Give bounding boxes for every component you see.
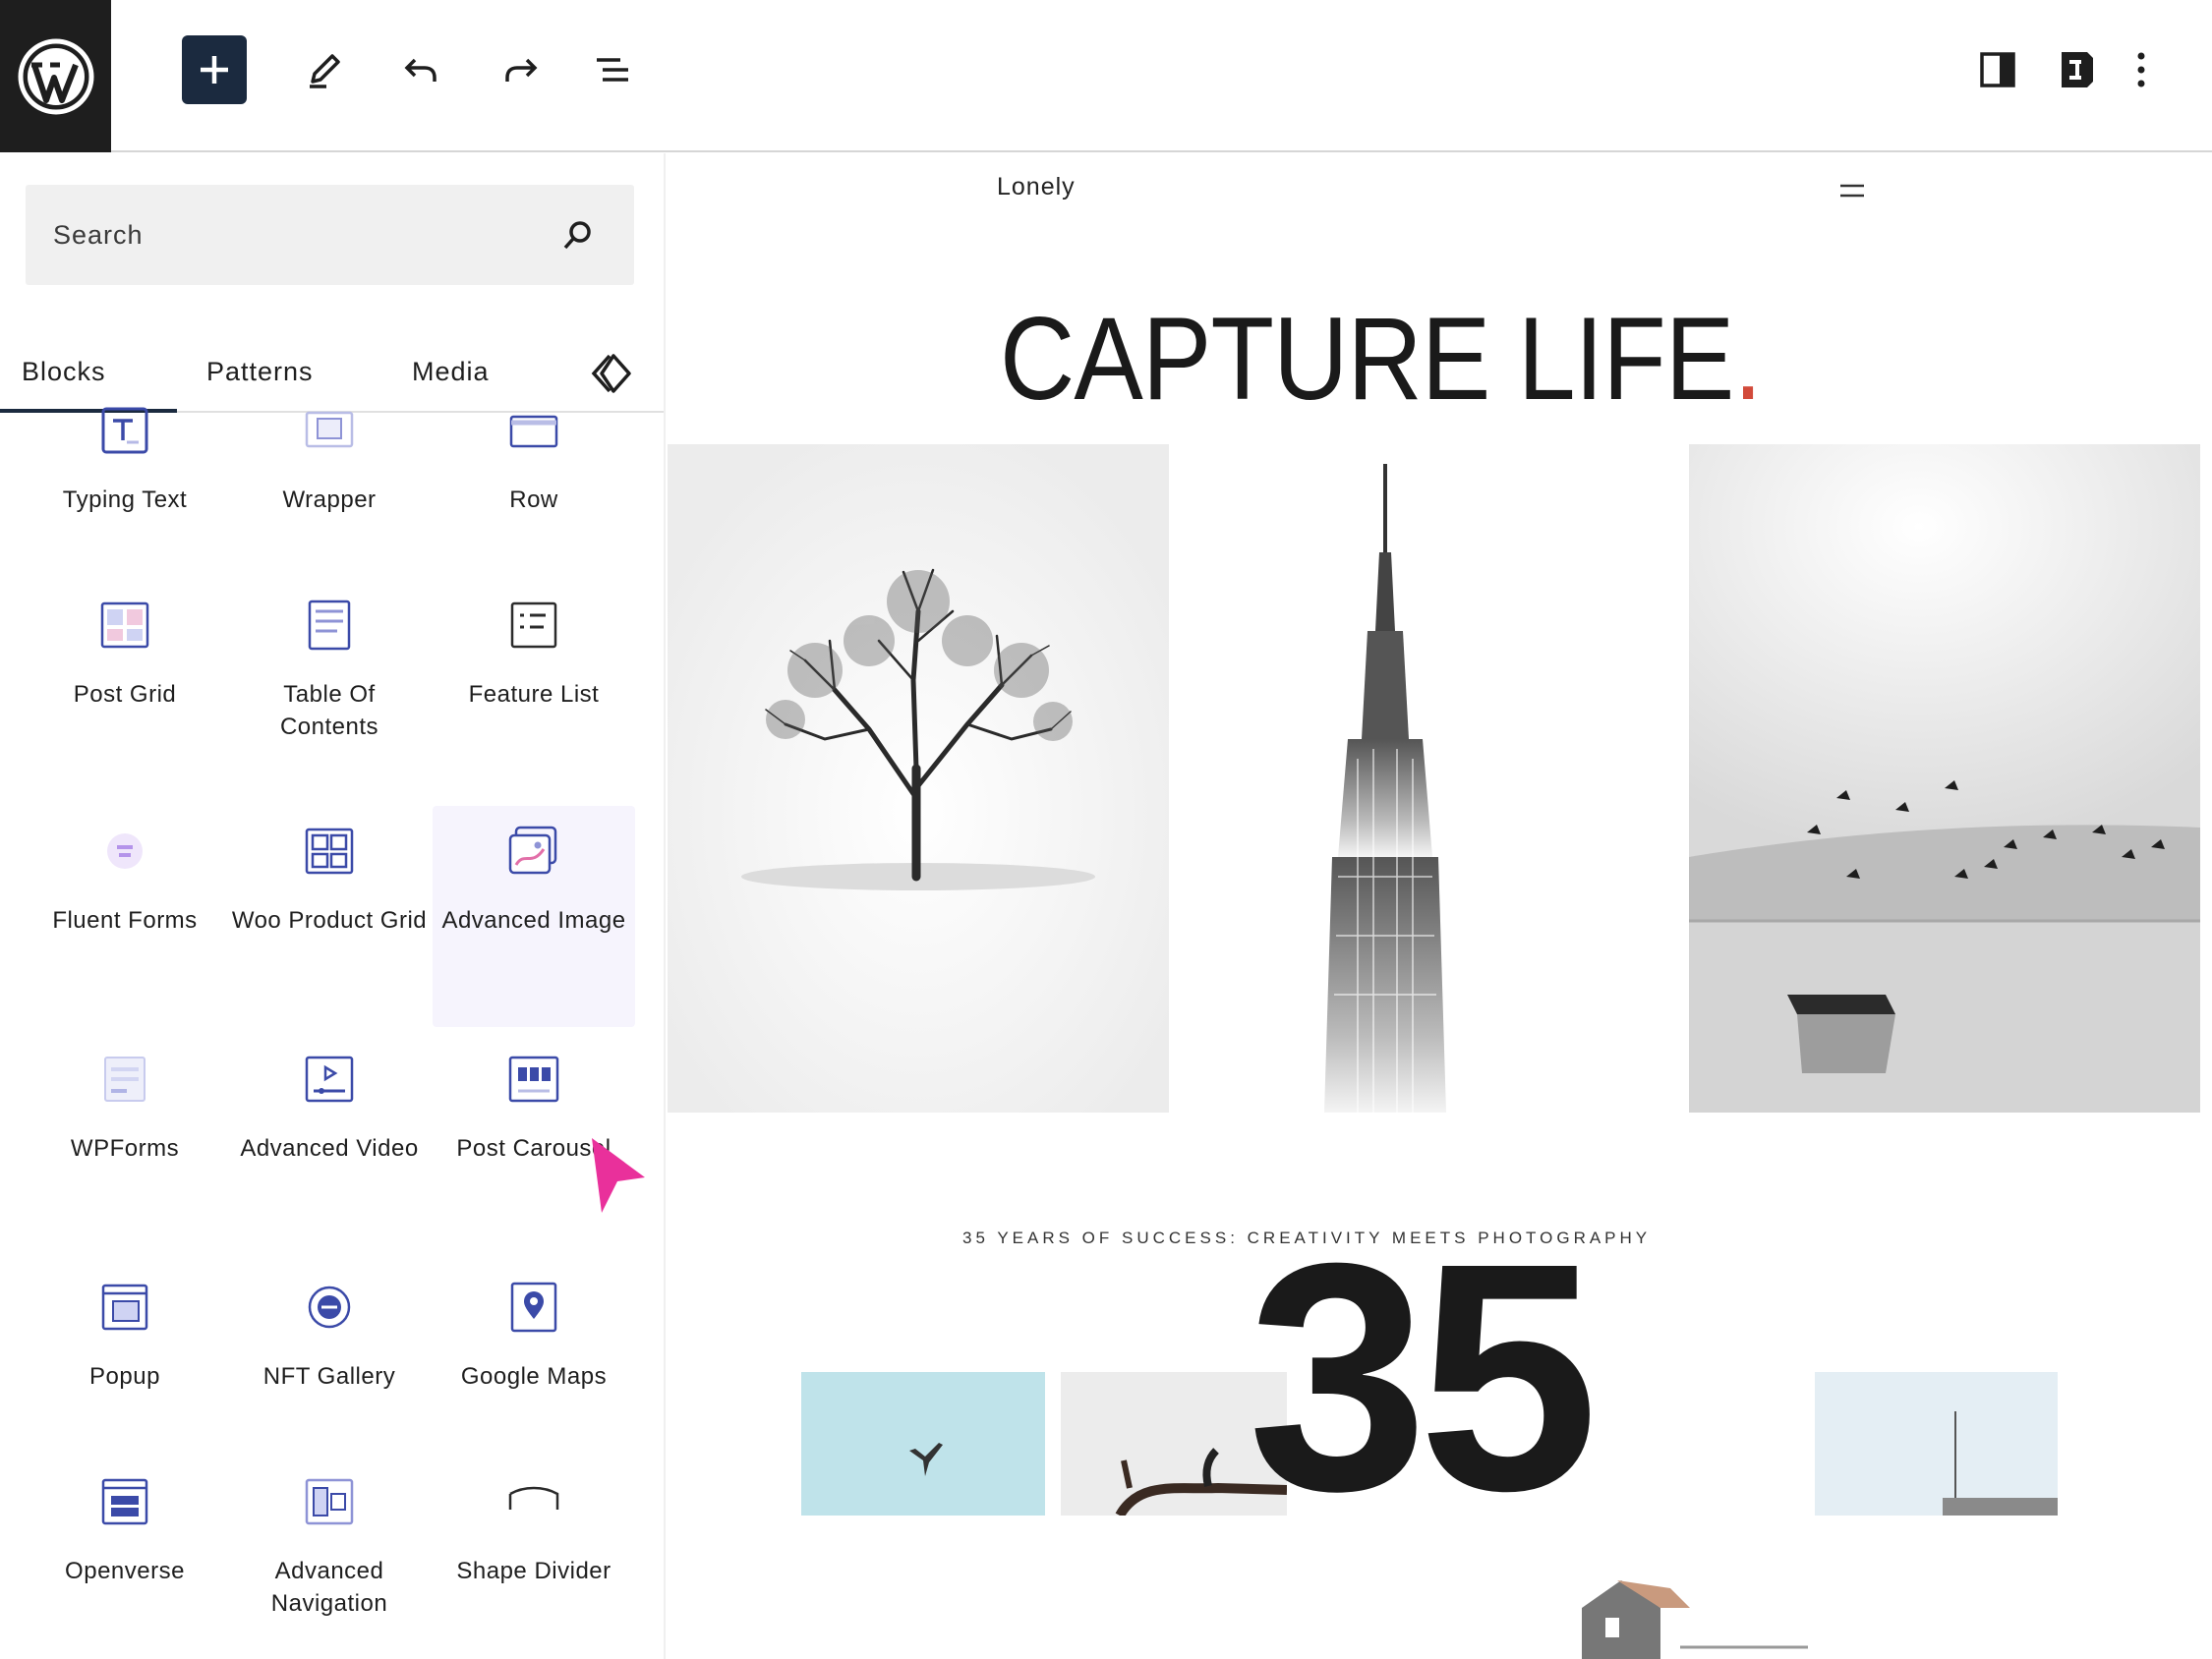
menu-icon[interactable] (1838, 181, 1866, 200)
lake-illustration (1689, 444, 2200, 1113)
document-overview-icon (597, 58, 628, 82)
advanced-image-icon (508, 826, 557, 875)
strip-image-harbor[interactable] (1815, 1372, 2058, 1516)
wrapper-icon (305, 411, 354, 448)
harbor-illustration (1943, 1411, 2058, 1516)
shape-divider-icon (508, 1486, 559, 1510)
block-woo-product-grid[interactable]: Woo Product Grid (228, 806, 431, 1027)
block-openverse[interactable]: Openverse (24, 1457, 226, 1659)
block-advanced-image[interactable]: Advanced Image (433, 806, 635, 1027)
openverse-icon (101, 1478, 148, 1525)
block-label: NFT Gallery (262, 1363, 396, 1390)
advanced-navigation-icon (305, 1478, 354, 1525)
wpforms-icon (104, 1057, 146, 1102)
hero-heading-text: CAPTURE LIFE (1000, 293, 1734, 425)
editor-canvas[interactable]: Lonely CAPTURE LIFE. 35 YEARS OF SUCCESS… (668, 153, 2212, 1659)
advanced-video-icon (305, 1056, 354, 1103)
block-label: Fluent Forms (52, 907, 198, 934)
house-illustration (1582, 1580, 1808, 1659)
table-of-contents-icon (308, 600, 351, 651)
document-overview-button[interactable] (580, 35, 645, 104)
post-carousel-icon (508, 1056, 559, 1103)
block-post-grid[interactable]: Post Grid (24, 580, 226, 801)
block-google-maps[interactable]: Google Maps (433, 1262, 635, 1483)
block-label: WPForms (70, 1135, 180, 1162)
bird-illustration (909, 1443, 943, 1476)
block-search-input[interactable] (53, 185, 564, 285)
block-wrapper[interactable]: Wrapper (228, 385, 431, 606)
block-label: Advanced Image (441, 907, 626, 934)
redo-icon (505, 58, 538, 82)
editor-toolbar (0, 0, 2212, 152)
popup-icon (101, 1284, 148, 1331)
wordpress-logo[interactable] (0, 0, 111, 152)
years-counter[interactable]: 35 (1248, 1215, 1599, 1539)
block-label: Popup (89, 1363, 160, 1390)
block-label: Advanced Video (240, 1135, 419, 1162)
block-row[interactable]: Row (433, 385, 635, 606)
block-label: Feature List (468, 681, 600, 708)
block-wpforms[interactable]: WPForms (24, 1034, 226, 1255)
search-icon[interactable] (561, 218, 595, 252)
site-title[interactable]: Lonely (997, 173, 1076, 201)
block-label: Typing Text (62, 486, 188, 513)
map-pin-icon (510, 1282, 557, 1333)
strip-image-bird[interactable] (801, 1372, 1045, 1516)
wordpress-icon (18, 38, 93, 114)
gallery-image-tree[interactable] (668, 444, 1169, 1113)
block-advanced-video[interactable]: Advanced Video (228, 1034, 431, 1255)
block-feature-list[interactable]: Feature List (433, 580, 635, 801)
sidebar-icon (1980, 52, 2015, 87)
block-inserter-panel: Blocks Patterns Media Typing Text Wrappe… (0, 153, 666, 1659)
block-shape-divider[interactable]: Shape Divider (433, 1457, 635, 1659)
redo-button[interactable] (489, 35, 553, 104)
block-label: Row (509, 486, 558, 513)
search-box (26, 185, 634, 285)
nft-gallery-icon (308, 1286, 351, 1329)
block-label: Openverse (65, 1558, 185, 1584)
block-typing-text[interactable]: Typing Text (24, 385, 226, 606)
options-button[interactable] (2114, 35, 2169, 104)
gallery-image-lake[interactable] (1689, 444, 2200, 1113)
hero-heading-dot: . (1733, 293, 1762, 425)
block-label: Wrapper (282, 486, 377, 513)
block-label: Woo Product Grid (231, 907, 428, 934)
block-grid: Typing Text Wrapper Row Post Grid Table … (0, 407, 664, 1659)
post-grid-icon (100, 601, 149, 649)
block-label: Post Grid (73, 681, 177, 708)
undo-icon (404, 58, 437, 82)
feature-list-icon (510, 601, 557, 649)
block-label: Table Of Contents (279, 681, 379, 740)
block-table-of-contents[interactable]: Table Of Contents (228, 580, 431, 801)
undo-button[interactable] (388, 35, 453, 104)
block-popup[interactable]: Popup (24, 1262, 226, 1483)
block-label: Google Maps (460, 1363, 608, 1390)
pencil-icon (310, 54, 340, 88)
block-label: Shape Divider (456, 1558, 611, 1584)
styles-icon (2062, 52, 2093, 87)
tools-button[interactable] (292, 35, 357, 104)
mouse-cursor-icon (592, 1138, 645, 1213)
row-icon (509, 415, 558, 448)
more-vertical-icon (2137, 52, 2145, 87)
gallery-image-tower[interactable] (1210, 444, 1560, 1113)
fluent-forms-icon (107, 833, 143, 869)
plus-icon (201, 56, 228, 84)
typing-text-icon (101, 407, 148, 454)
plugin-button[interactable] (2045, 35, 2110, 104)
block-nft-gallery[interactable]: NFT Gallery (228, 1262, 431, 1483)
block-fluent-forms[interactable]: Fluent Forms (24, 806, 226, 1027)
add-block-button[interactable] (182, 35, 247, 104)
hero-heading[interactable]: CAPTURE LIFE. (1000, 291, 1763, 427)
block-advanced-navigation[interactable]: Advanced Navigation (228, 1457, 431, 1659)
woo-product-grid-icon (305, 828, 354, 875)
tree-illustration (668, 444, 1169, 1113)
tower-illustration (1324, 464, 1446, 1113)
settings-sidebar-button[interactable] (1965, 35, 2030, 104)
block-label: Advanced Navigation (270, 1558, 388, 1617)
